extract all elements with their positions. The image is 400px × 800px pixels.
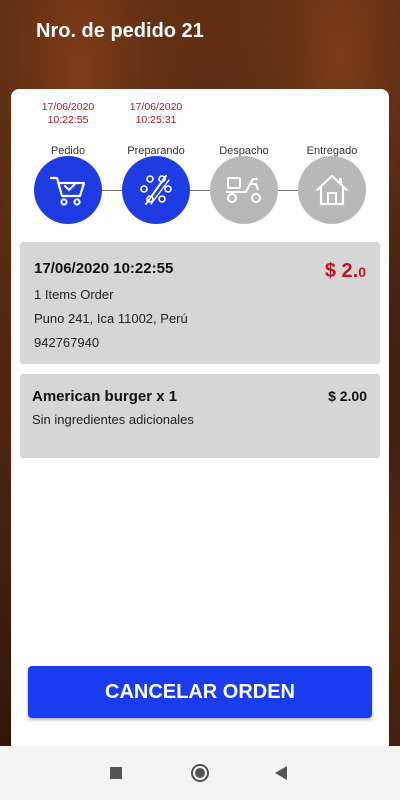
order-phone: 942767940 <box>34 335 100 350</box>
recent-apps-button[interactable] <box>86 746 146 800</box>
step-timestamp <box>287 101 377 129</box>
order-item: American burger x 1 $ 2.00 Sin ingredien… <box>20 374 380 458</box>
android-navigation-bar <box>0 746 400 800</box>
item-name: American burger x 1 <box>32 388 178 405</box>
cancel-order-button[interactable]: CANCELAR ORDEN <box>28 666 372 718</box>
order-address: Puno 241, Ica 11002, Perú <box>34 311 188 326</box>
step-pedido: 17/06/2020 10:22:55 Pedido <box>23 101 113 157</box>
home-button[interactable] <box>170 746 230 800</box>
step-timestamp: 17/06/2020 10:25:31 <box>129 101 183 126</box>
item-description: Sin ingredientes adicionales <box>32 412 194 427</box>
circle-icon <box>191 764 209 782</box>
progress-connector <box>102 190 124 191</box>
order-datetime: 17/06/2020 10:22:55 <box>34 260 174 277</box>
step-preparando: 17/06/2020 10:25:31 Preparando <box>111 101 201 157</box>
progress-connector <box>278 190 298 191</box>
order-items-count: 1 Items Order <box>34 287 114 302</box>
progress-connector <box>190 190 212 191</box>
food-prep-icon <box>122 156 190 224</box>
delivery-scooter-icon <box>210 156 278 224</box>
step-despacho: Despacho <box>199 101 289 157</box>
page-title: Nro. de pedido 21 <box>36 20 204 42</box>
home-icon <box>298 156 366 224</box>
item-price: $ 2.00 <box>328 388 367 404</box>
cart-icon <box>34 156 102 224</box>
step-timestamp <box>199 101 289 129</box>
back-button[interactable] <box>251 746 311 800</box>
step-timestamp: 17/06/2020 10:22:55 <box>41 101 95 126</box>
square-icon <box>110 767 122 779</box>
order-summary: 17/06/2020 10:22:55 $ 2.0 1 Items Order … <box>20 242 380 364</box>
back-triangle-icon <box>275 766 287 780</box>
order-total: $ 2.0 <box>324 260 366 282</box>
step-entregado: Entregado <box>287 101 377 157</box>
